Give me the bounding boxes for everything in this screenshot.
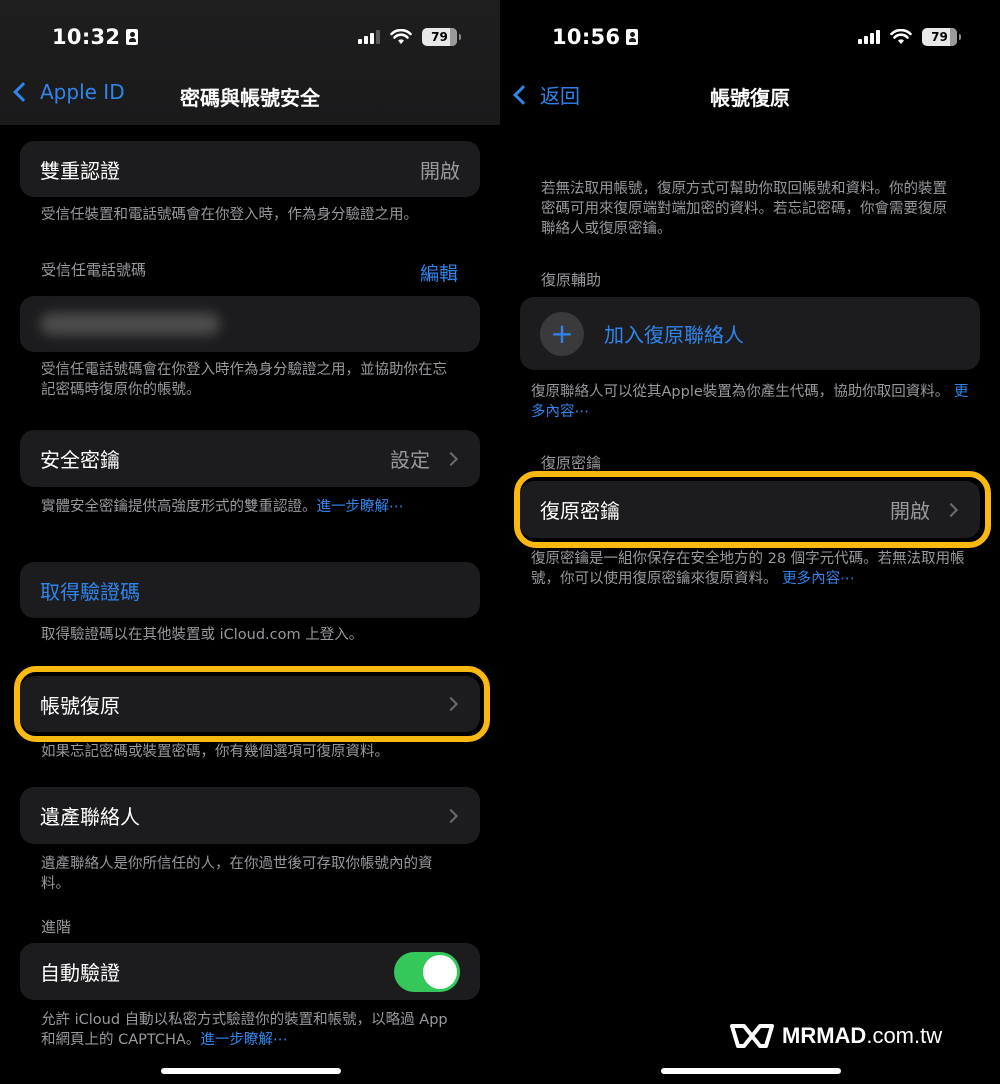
more-info-link[interactable]: 更多內容⋯ [782,571,855,587]
recovery-assist-section-header: 復原輔助 [541,271,602,289]
right-screen-account-recovery: 10:56 79 返回 帳號復原 若無法取用帳號，復原方式可幫助你取回帳號和資料… [500,0,1000,1084]
recovery-key-value: 開啟 [890,499,930,523]
auto-verification-label: 自動驗證 [40,961,120,985]
battery-level: 79 [931,30,948,44]
battery-icon: 79 [922,28,961,46]
two-factor-value: 開啟 [420,158,460,183]
header: 10:56 79 返回 帳號復原 [500,0,1000,125]
two-factor-footer: 受信任裝置和電話號碼會在你登入時，作為身分驗證之用。 [41,207,418,223]
get-verification-code-button[interactable]: 取得驗證碼 [20,562,480,618]
security-keys-value: 設定 [390,448,430,472]
time-text: 10:56 [552,25,621,49]
account-recovery-row[interactable]: 帳號復原 [20,676,480,732]
legacy-contact-footer: 遺產聯絡人是你所信任的人，在你過世後可存取你帳號內的資料。 [41,856,433,892]
learn-more-link[interactable]: 進一步瞭解⋯ [200,1032,287,1048]
intro-text: 若無法取用帳號，復原方式可幫助你取回帳號和資料。你的裝置密碼可用來復原端對端加密… [541,181,947,237]
cellular-signal-icon [358,30,380,44]
two-factor-label: 雙重認證 [40,158,120,183]
auto-verification-row: 自動驗證 [20,943,480,1000]
watermark-brand: MRMAD [782,1023,867,1048]
wifi-icon [890,29,912,44]
security-keys-footer: 實體安全密鑰提供高強度形式的雙重認證。進一步瞭解⋯ [41,497,461,517]
auto-verification-footer: 允許 iCloud 自動以私密方式驗證你的裝置和帳號，以略過 App 和網頁上的… [41,1010,461,1050]
page-title: 帳號復原 [710,86,790,110]
cellular-signal-icon [858,30,880,44]
status-time: 10:56 [552,25,639,49]
two-factor-row[interactable]: 雙重認證 開啟 [20,141,480,197]
legacy-contact-row[interactable]: 遺產聯絡人 [20,787,480,844]
contact-card-icon [626,29,639,45]
page-title: 密碼與帳號安全 [180,86,320,110]
status-time: 10:32 [52,25,139,49]
security-keys-footer-text: 實體安全密鑰提供高強度形式的雙重認證。 [41,499,317,515]
chevron-right-icon [443,696,459,712]
recovery-contact-footer: 復原聯絡人可以從其Apple裝置為你產生代碼，協助你取回資料。 更多內容⋯ [531,382,971,422]
legacy-contact-label: 遺產聯絡人 [40,805,140,829]
status-icons: 79 [858,28,961,46]
chevron-right-icon [943,502,959,517]
battery-icon: 79 [422,28,461,46]
status-icons: 79 [358,28,461,46]
watermark-domain: .com.tw [866,1023,943,1048]
security-keys-row[interactable]: 安全密鑰 設定 [20,430,480,487]
account-recovery-footer: 如果忘記密碼或裝置密碼，你有幾個選項可復原資料。 [41,744,389,760]
home-indicator[interactable] [661,1068,841,1074]
chevron-right-icon [443,451,459,466]
blurred-phone-number [40,313,220,335]
add-recovery-contact-button[interactable]: + 加入復原聯絡人 [520,297,980,370]
add-recovery-contact-label: 加入復原聯絡人 [604,323,744,347]
get-code-label: 取得驗證碼 [40,579,140,604]
recovery-contact-footer-text: 復原聯絡人可以從其Apple裝置為你產生代碼，協助你取回資料。 [531,384,950,400]
recovery-key-label: 復原密鑰 [540,499,620,523]
chevron-right-icon [443,808,459,823]
recovery-key-row[interactable]: 復原密鑰 開啟 [520,481,980,538]
advanced-section-header: 進階 [41,918,72,936]
edit-button[interactable]: 編輯 [420,259,458,286]
trusted-phone-section-header: 受信任電話號碼 [41,261,147,279]
mrmad-logo-icon [730,1024,774,1048]
time-text: 10:32 [52,25,121,49]
recovery-key-section-header: 復原密鑰 [541,454,602,472]
trusted-phone-footer: 受信任電話號碼會在你登入時作為身分驗證之用，並協助你在忘記密碼時復原你的帳號。 [41,362,447,398]
recovery-key-footer: 復原密鑰是一組你保存在安全地方的 28 個字元代碼。若無法取用帳號，你可以使用復… [531,549,971,589]
mrmad-watermark: MRMAD .com.tw [730,1022,942,1050]
header: 10:32 79 Apple ID 密碼與帳號安全 [0,0,500,125]
auto-verification-toggle[interactable] [394,951,460,992]
learn-more-link[interactable]: 進一步瞭解⋯ [317,499,404,515]
get-code-footer: 取得驗證碼以在其他裝置或 iCloud.com 上登入。 [41,627,364,643]
recovery-key-footer-text: 復原密鑰是一組你保存在安全地方的 28 個字元代碼。若無法取用帳號，你可以使用復… [531,551,965,587]
wifi-icon [390,29,412,44]
security-keys-label: 安全密鑰 [40,448,120,472]
home-indicator[interactable] [161,1068,341,1074]
contact-card-icon [126,29,139,45]
left-screen-password-security: 10:32 79 Apple ID 密碼與帳號安全 雙重認證 開啟 受信任裝置和… [0,0,500,1084]
account-recovery-label: 帳號復原 [40,693,120,718]
plus-icon: + [540,311,584,356]
trusted-phone-number-row[interactable] [20,296,480,352]
battery-level: 79 [431,30,448,44]
